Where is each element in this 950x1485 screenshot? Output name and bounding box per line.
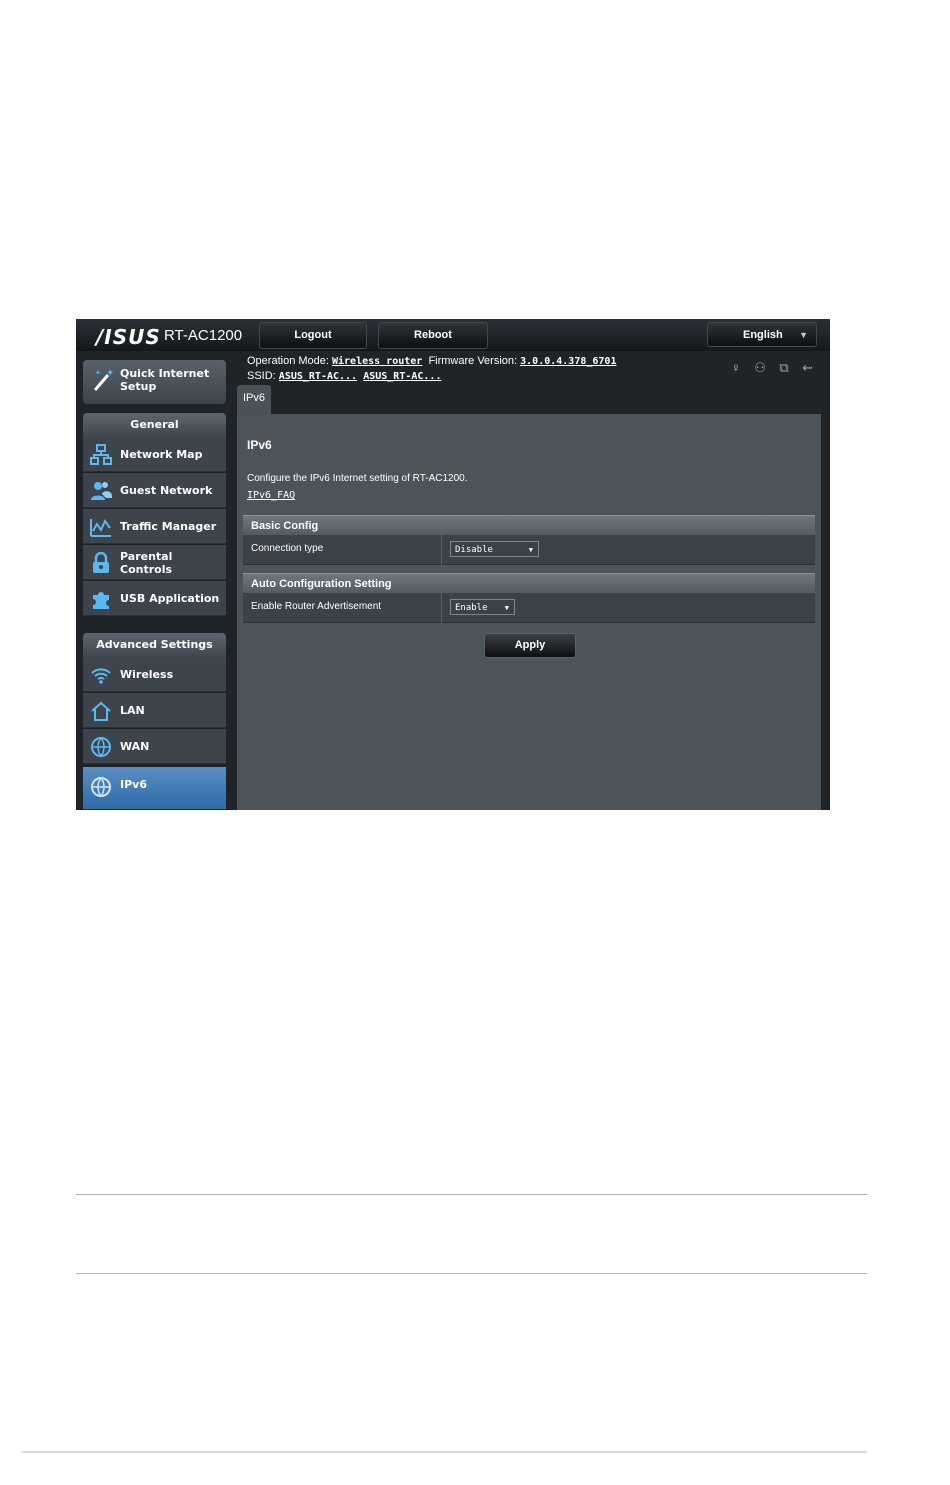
sidebar-item-label: Wireless	[120, 668, 174, 681]
connection-type-row: Connection type Disable ▼	[243, 535, 815, 565]
language-label: English	[743, 329, 783, 341]
operation-mode-link[interactable]: Wireless router	[332, 356, 422, 367]
clients-icon[interactable]: ⚇	[754, 360, 766, 376]
ssid-label: SSID:	[247, 370, 276, 382]
sidebar-item-ipv6[interactable]: IPv6	[83, 767, 226, 810]
magic-wand-icon: ✦ ✦	[93, 368, 114, 391]
page-description: Configure the IPv6 Internet setting of R…	[247, 473, 468, 484]
router-advertisement-label: Enable Router Advertisement	[251, 601, 382, 612]
language-select[interactable]: English ▼	[707, 322, 817, 347]
firmware-label: Firmware Version:	[428, 355, 518, 367]
ssid-link-1[interactable]: ASUS_RT-AC...	[279, 371, 357, 382]
usb-icon[interactable]: ⇜	[802, 360, 813, 376]
globe-icon	[91, 737, 111, 757]
sidebar-item-parental-controls[interactable]: Parental Controls	[83, 545, 226, 580]
asus-logo: /ISUS	[96, 325, 161, 349]
guest-network-icon	[91, 482, 112, 500]
sidebar-item-guest-network[interactable]: Guest Network	[83, 473, 226, 508]
router-advertisement-row: Enable Router Advertisement Enable ▼	[243, 593, 815, 623]
main-content: IPv6 Configure the IPv6 Internet setting…	[237, 414, 821, 810]
advanced-settings-section-title: Advanced Settings	[83, 633, 226, 657]
sidebar-item-network-map[interactable]: Network Map	[83, 437, 226, 472]
sidebar-item-label: IPv6	[120, 778, 147, 791]
sidebar-item-label: Traffic Manager	[120, 520, 217, 533]
general-section-title: General	[83, 413, 226, 437]
status-icons: ♀ ⚇ ⧉ ⇜	[731, 359, 822, 377]
connection-type-label: Connection type	[251, 543, 324, 554]
chevron-down-icon: ▼	[504, 604, 509, 612]
operation-mode-label: Operation Mode:	[247, 355, 329, 367]
ipv6-globe-icon	[91, 777, 111, 797]
apply-button[interactable]: Apply	[484, 633, 576, 658]
svg-text:✦: ✦	[95, 369, 101, 377]
sidebar-item-label: LAN	[120, 704, 145, 717]
lock-icon	[93, 552, 109, 573]
reboot-button[interactable]: Reboot	[378, 322, 488, 349]
sidebar-item-label: WAN	[120, 740, 150, 753]
wifi-icon	[91, 668, 111, 684]
home-icon	[91, 701, 111, 721]
sidebar-item-wan[interactable]: WAN	[83, 729, 226, 764]
sidebar-item-label: Network Map	[120, 448, 203, 461]
router-advertisement-value: Enable	[455, 603, 488, 613]
puzzle-icon	[93, 592, 109, 609]
sidebar-item-usb-application[interactable]: USB Application	[83, 581, 226, 616]
basic-config-header: Basic Config	[243, 515, 815, 535]
divider-line	[76, 1273, 867, 1274]
column-divider	[441, 593, 442, 623]
ssid-link-2[interactable]: ASUS_RT-AC...	[363, 371, 441, 382]
sidebar-item-lan[interactable]: LAN	[83, 693, 226, 728]
firmware-link[interactable]: 3.0.0.4.378_6701	[520, 356, 616, 367]
footer-divider	[22, 1451, 867, 1453]
page-title: IPv6	[247, 438, 272, 452]
connection-type-value: Disable	[455, 545, 493, 555]
sidebar: ✦ ✦ Quick Internet Setup General Network…	[76, 351, 236, 810]
logout-button[interactable]: Logout	[259, 322, 367, 349]
chevron-down-icon: ▼	[799, 330, 808, 340]
traffic-manager-icon	[90, 518, 111, 537]
connection-type-select[interactable]: Disable ▼	[450, 541, 539, 557]
sidebar-item-label: USB Application	[120, 592, 220, 605]
sidebar-item-wireless[interactable]: Wireless	[83, 657, 226, 692]
top-bar: /ISUS RT-AC1200 Logout Reboot English ▼	[76, 319, 830, 351]
svg-text:✦: ✦	[106, 368, 114, 379]
tab-ipv6[interactable]: IPv6	[237, 385, 271, 414]
router-admin-window: /ISUS RT-AC1200 Logout Reboot English ▼ …	[76, 319, 830, 810]
network-map-icon	[90, 444, 112, 465]
quick-internet-setup-label: Quick Internet Setup	[120, 367, 210, 393]
copy-icon[interactable]: ⧉	[779, 360, 788, 376]
model-name: RT-AC1200	[164, 327, 243, 344]
notification-bulb-icon[interactable]: ♀	[731, 360, 741, 375]
router-advertisement-select[interactable]: Enable ▼	[450, 599, 515, 615]
chevron-down-icon: ▼	[528, 546, 533, 554]
sidebar-item-label: Guest Network	[120, 484, 213, 497]
sidebar-item-label: Parental Controls	[120, 549, 173, 576]
ipv6-faq-link[interactable]: IPv6_FAQ	[247, 490, 295, 501]
status-info: Operation Mode: Wireless router Firmware…	[247, 354, 616, 384]
column-divider	[441, 535, 442, 565]
sidebar-item-traffic-manager[interactable]: Traffic Manager	[83, 509, 226, 544]
quick-internet-setup-button[interactable]: ✦ ✦ Quick Internet Setup	[83, 360, 226, 404]
divider-line	[76, 1194, 867, 1195]
auto-configuration-header: Auto Configuration Setting	[243, 573, 815, 593]
